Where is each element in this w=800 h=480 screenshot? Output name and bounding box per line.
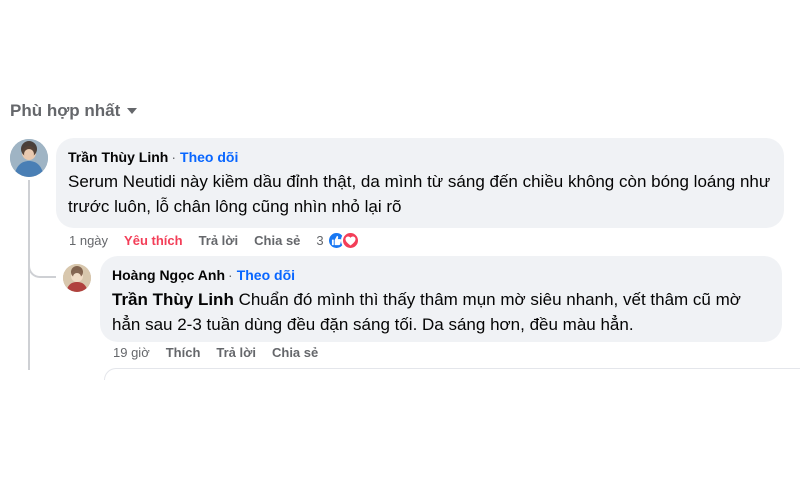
sort-label: Phù hợp nhất — [10, 101, 121, 120]
avatar[interactable] — [63, 264, 91, 292]
reply-bubble: Hoàng Ngọc Anh · Theo dõi Trần Thùy Linh… — [100, 256, 782, 342]
sort-dropdown[interactable]: Phù hợp nhất — [10, 101, 138, 121]
thread-connector — [28, 250, 56, 278]
caret-down-icon — [126, 107, 138, 115]
reply-author[interactable]: Hoàng Ngọc Anh — [112, 266, 225, 285]
reaction-count: 3 — [316, 233, 324, 248]
comment-actions: 1 ngày Yêu thích Trả lời Chia sẻ 3 — [69, 231, 360, 250]
follow-link[interactable]: Theo dõi — [180, 148, 238, 167]
reaction-summary[interactable]: 3 — [316, 231, 360, 250]
follow-link[interactable]: Theo dõi — [237, 266, 295, 285]
love-icon — [340, 231, 360, 250]
next-reply-edge — [104, 368, 800, 380]
reply-button[interactable]: Trả lời — [216, 345, 256, 360]
separator-dot: · — [171, 149, 177, 165]
reply-actions: 19 giờ Thích Trả lời Chia sẻ — [113, 345, 318, 360]
reply-text: Trần Thùy Linh Chuẩn đó mình thì thấy th… — [112, 287, 770, 337]
comment-author[interactable]: Trần Thùy Linh — [68, 148, 168, 167]
avatar[interactable] — [10, 139, 48, 177]
share-button[interactable]: Chia sẻ — [272, 345, 318, 360]
separator-dot: · — [228, 267, 233, 283]
like-button[interactable]: Yêu thích — [124, 233, 183, 248]
mention-link[interactable]: Trần Thùy Linh — [112, 290, 234, 309]
reply-button[interactable]: Trả lời — [199, 233, 239, 248]
comment-bubble: Trần Thùy Linh · Theo dõi Serum Neutidi … — [56, 138, 784, 228]
comment-text: Serum Neutidi này kiềm dầu đỉnh thật, da… — [68, 172, 771, 216]
thread-line — [28, 180, 30, 370]
comment-timestamp[interactable]: 1 ngày — [69, 233, 108, 248]
reply-timestamp[interactable]: 19 giờ — [113, 345, 150, 360]
share-button[interactable]: Chia sẻ — [254, 233, 300, 248]
like-button[interactable]: Thích — [166, 345, 201, 360]
